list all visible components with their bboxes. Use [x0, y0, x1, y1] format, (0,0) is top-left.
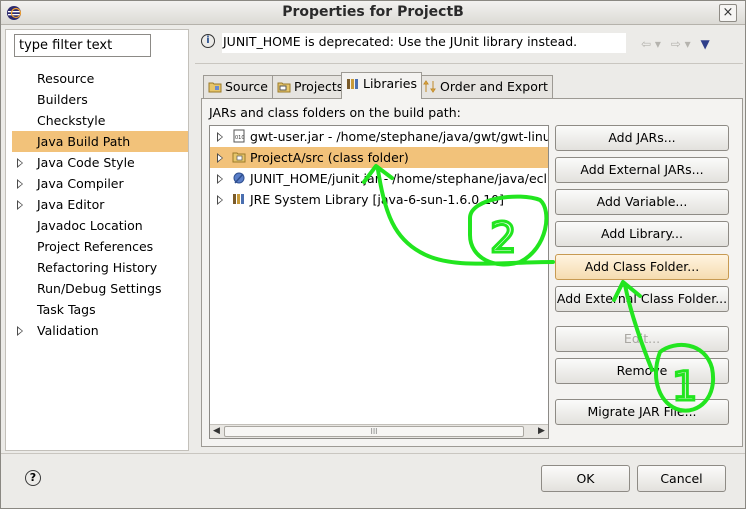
class-folder-icon: [232, 152, 246, 163]
help-icon[interactable]: ?: [25, 470, 41, 486]
add-class-folder-button[interactable]: Add Class Folder...: [555, 254, 729, 280]
sidebar-item-label: Builders: [37, 92, 88, 107]
sidebar-item-label: Run/Debug Settings: [37, 281, 162, 296]
expand-arrow-icon[interactable]: [17, 179, 23, 189]
sidebar-item-project-references[interactable]: Project References: [6, 236, 188, 257]
scrollbar-thumb[interactable]: III: [224, 426, 524, 437]
tab-source[interactable]: Source: [203, 75, 273, 99]
expand-arrow-icon[interactable]: [217, 132, 223, 142]
expand-arrow-icon[interactable]: [217, 153, 223, 163]
filter-input[interactable]: [14, 34, 151, 57]
ok-button[interactable]: OK: [541, 465, 630, 492]
sidebar-item-label: Java Build Path: [37, 134, 131, 149]
sidebar-item-resource[interactable]: Resource: [6, 68, 188, 89]
entry-label: ProjectA/src (class folder): [250, 150, 409, 165]
list-item[interactable]: JRE System Library [java-6-sun-1.6.0.10]: [210, 189, 548, 210]
list-item[interactable]: JUNIT_HOME/junit.jar - /home/stephane/ja…: [210, 168, 548, 189]
sidebar-item-label: Java Editor: [37, 197, 105, 212]
library-icon: [233, 194, 244, 204]
add-external-jars-button[interactable]: Add External JARs...: [555, 157, 729, 183]
horizontal-scrollbar[interactable]: ◀ III ▶: [210, 424, 548, 438]
message-bar: i JUNIT_HOME is deprecated: Use the JUni…: [195, 29, 743, 57]
tab-label: Libraries: [363, 76, 417, 91]
dialog-title: Properties for ProjectB: [282, 4, 464, 20]
sidebar-item-label: Task Tags: [37, 302, 96, 317]
preference-tree: Resource Builders Checkstyle Java Build …: [6, 68, 188, 341]
add-variable-button[interactable]: Add Variable...: [555, 189, 729, 215]
preference-tree-panel: Resource Builders Checkstyle Java Build …: [5, 29, 189, 451]
title-bar: Properties for ProjectB ×: [1, 1, 745, 25]
deprecation-message: JUNIT_HOME is deprecated: Use the JUnit …: [222, 33, 626, 53]
build-path-entries-list[interactable]: 010 gwt-user.jar - /home/stephane/java/g…: [209, 125, 549, 439]
tab-label: Projects: [294, 79, 344, 94]
sidebar-item-checkstyle[interactable]: Checkstyle: [6, 110, 188, 131]
sidebar-item-label: Checkstyle: [37, 113, 106, 128]
library-icon: [347, 79, 358, 89]
edit-button[interactable]: Edit...: [555, 326, 729, 352]
sidebar-item-label: Resource: [37, 71, 95, 86]
sidebar-item-java-editor[interactable]: Java Editor: [6, 194, 188, 215]
sidebar-item-label: Java Compiler: [37, 176, 124, 191]
add-library-button[interactable]: Add Library...: [555, 221, 729, 247]
order-export-icon: [423, 80, 436, 93]
jar-icon: 010: [233, 129, 245, 143]
variable-icon: [233, 172, 245, 184]
list-item[interactable]: ProjectA/src (class folder): [210, 147, 548, 168]
sidebar-item-validation[interactable]: Validation: [6, 320, 188, 341]
sidebar-item-java-compiler[interactable]: Java Compiler: [6, 173, 188, 194]
sidebar-item-java-code-style[interactable]: Java Code Style: [6, 152, 188, 173]
migrate-jar-file-button[interactable]: Migrate JAR File...: [555, 399, 729, 425]
sidebar-item-label: Refactoring History: [37, 260, 158, 275]
expand-arrow-icon[interactable]: [17, 200, 23, 210]
scroll-right-icon[interactable]: ▶: [535, 425, 548, 438]
entry-label: gwt-user.jar - /home/stephane/java/gwt/g…: [250, 129, 548, 144]
source-folder-icon: [208, 82, 222, 93]
header-divider: [195, 63, 743, 64]
sidebar-item-run-debug-settings[interactable]: Run/Debug Settings: [6, 278, 188, 299]
expand-arrow-icon[interactable]: [17, 158, 23, 168]
tab-libraries[interactable]: Libraries: [341, 72, 422, 99]
footer-divider: [1, 453, 745, 454]
close-button[interactable]: ×: [719, 4, 737, 22]
expand-arrow-icon[interactable]: [217, 174, 223, 184]
svg-text:010: 010: [235, 135, 245, 141]
project-icon: [277, 82, 291, 93]
sidebar-item-label: Java Code Style: [37, 155, 135, 170]
entry-label: JUNIT_HOME/junit.jar - /home/stephane/ja…: [250, 171, 548, 186]
tab-label: Source: [225, 79, 268, 94]
tab-label: Order and Export: [440, 79, 548, 94]
expand-arrow-icon[interactable]: [217, 195, 223, 205]
sidebar-item-label: Javadoc Location: [37, 218, 143, 233]
sidebar-item-task-tags[interactable]: Task Tags: [6, 299, 188, 320]
list-item[interactable]: 010 gwt-user.jar - /home/stephane/java/g…: [210, 126, 548, 147]
sidebar-item-javadoc-location[interactable]: Javadoc Location: [6, 215, 188, 236]
history-navigation: ⇦ ▾ ⇨ ▾ ▼: [641, 37, 716, 51]
view-menu-icon[interactable]: ▼: [700, 37, 709, 51]
properties-dialog: Properties for ProjectB × Resource Build…: [0, 0, 746, 509]
add-jars-button[interactable]: Add JARs...: [555, 125, 729, 151]
forward-arrow-icon[interactable]: ⇨ ▾: [671, 37, 691, 51]
tab-projects[interactable]: Projects: [272, 75, 349, 99]
scroll-left-icon[interactable]: ◀: [210, 425, 223, 438]
build-path-label: JARs and class folders on the build path…: [209, 105, 461, 120]
tab-order-and-export[interactable]: Order and Export: [418, 75, 553, 99]
sidebar-item-refactoring-history[interactable]: Refactoring History: [6, 257, 188, 278]
cancel-button[interactable]: Cancel: [637, 465, 726, 492]
libraries-panel: JARs and class folders on the build path…: [201, 98, 743, 447]
back-arrow-icon[interactable]: ⇦ ▾: [641, 37, 661, 51]
sidebar-item-label: Project References: [37, 239, 154, 254]
expand-arrow-icon[interactable]: [17, 326, 23, 336]
sidebar-item-label: Validation: [37, 323, 99, 338]
entry-label: JRE System Library [java-6-sun-1.6.0.10]: [250, 192, 504, 207]
sidebar-item-java-build-path[interactable]: Java Build Path: [12, 131, 188, 152]
add-external-class-folder-button[interactable]: Add External Class Folder...: [555, 286, 729, 312]
sidebar-item-builders[interactable]: Builders: [6, 89, 188, 110]
remove-button[interactable]: Remove: [555, 358, 729, 384]
info-icon: i: [201, 34, 215, 48]
